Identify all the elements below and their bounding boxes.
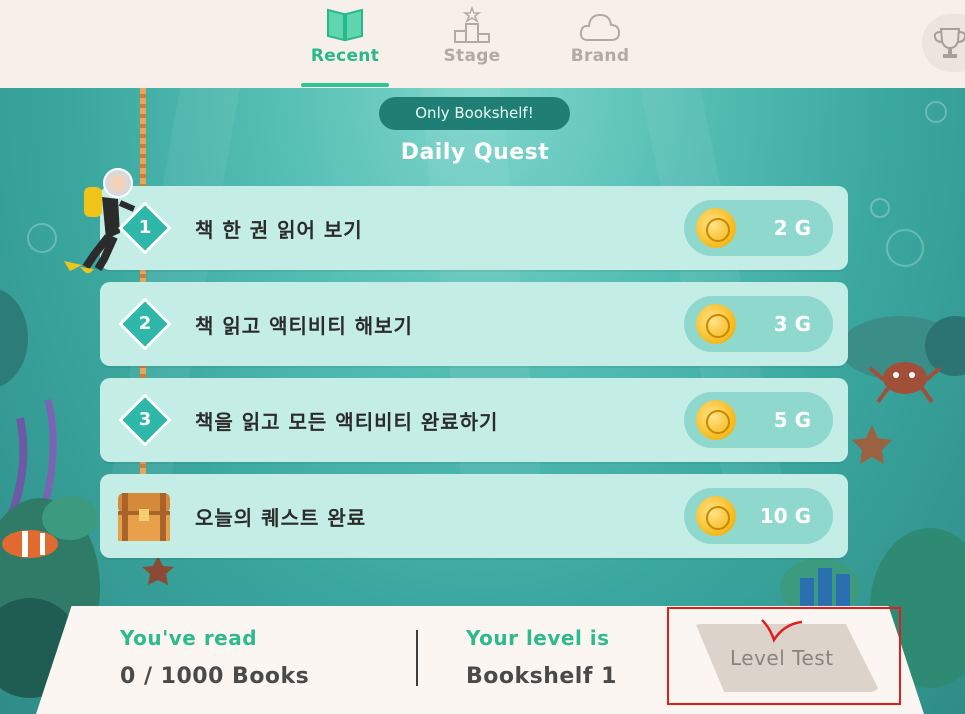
active-tab-indicator <box>301 83 389 87</box>
tab-brand-label: Brand <box>570 46 630 66</box>
reward-amount: 3 G <box>773 312 811 336</box>
reward-amount: 10 G <box>759 504 811 528</box>
gold-coin-icon <box>696 304 736 344</box>
quest-text: 책 읽고 액티비티 해보기 <box>195 314 413 338</box>
books-read-value: 0 / 1000 Books <box>120 664 310 689</box>
only-bookshelf-badge: Only Bookshelf! <box>379 97 570 130</box>
quest-reward: 2 G <box>684 200 833 256</box>
tab-recent-label: Recent <box>310 46 380 66</box>
books-read-label: You've read <box>120 626 258 650</box>
top-navigation-bar: Recent Stage Brand <box>0 0 965 88</box>
podium-icon <box>422 5 522 44</box>
cloud-icon <box>550 6 650 44</box>
annotation-check-icon <box>761 619 803 643</box>
treasure-chest-icon <box>118 493 170 541</box>
quest-text: 책을 읽고 모든 액티비티 완료하기 <box>195 410 499 434</box>
gold-coin-icon <box>696 208 736 248</box>
quest-reward: 3 G <box>684 296 833 352</box>
tab-stage[interactable]: Stage <box>422 5 522 82</box>
trophy-icon <box>933 28 965 58</box>
quest-text: 책 한 권 읽어 보기 <box>195 218 363 242</box>
daily-quest-title: Daily Quest <box>400 140 550 165</box>
gold-coin-icon <box>696 400 736 440</box>
tab-brand[interactable]: Brand <box>550 6 650 82</box>
divider <box>416 630 418 686</box>
diver-character <box>64 168 136 273</box>
level-value: Bookshelf 1 <box>466 664 617 689</box>
tab-stage-label: Stage <box>443 46 501 66</box>
level-label: Your level is <box>466 626 610 650</box>
quest-text: 오늘의 퀘스트 완료 <box>195 506 367 530</box>
gold-coin-icon <box>696 496 736 536</box>
reward-amount: 2 G <box>773 216 811 240</box>
tab-recent[interactable]: Recent <box>295 6 395 82</box>
quest-reward: 5 G <box>684 392 833 448</box>
reward-amount: 5 G <box>773 408 811 432</box>
book-icon <box>295 6 395 44</box>
quest-reward: 10 G <box>684 488 833 544</box>
trophy-button[interactable] <box>922 14 965 72</box>
